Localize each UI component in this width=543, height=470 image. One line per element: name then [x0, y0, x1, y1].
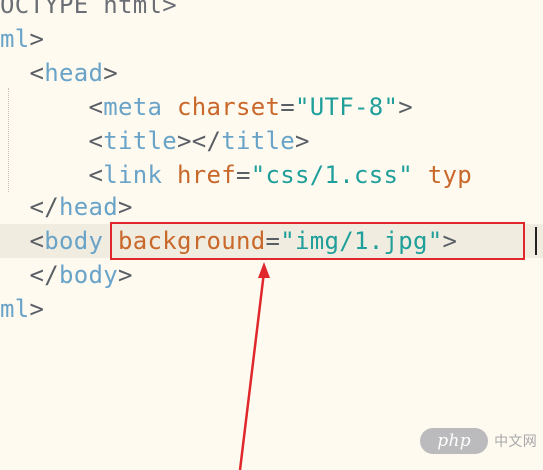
code-editor[interactable]: OCTYPE html> ml> <head> <meta charset="U…	[0, 0, 543, 470]
code-token: <	[0, 59, 45, 87]
code-token: >	[118, 193, 133, 221]
code-line-3[interactable]: <head>	[0, 56, 118, 90]
code-token: >	[29, 25, 45, 53]
code-line-6[interactable]: <link href="css/1.css" typ	[0, 158, 472, 192]
code-token: =	[280, 93, 295, 121]
text-cursor	[535, 227, 537, 255]
code-line-5[interactable]: <title></title>	[0, 124, 310, 158]
code-token: head	[44, 59, 104, 87]
arrow-head	[258, 262, 270, 278]
code-line-2[interactable]: ml>	[0, 22, 44, 56]
code-token: <	[0, 127, 104, 155]
code-line-9[interactable]: </body>	[0, 258, 133, 292]
code-token: <	[0, 93, 104, 121]
code-token: body	[44, 227, 118, 255]
code-token: ml	[0, 295, 30, 323]
site-watermark: php 中文网	[420, 428, 537, 454]
code-token: "UTF-8"	[295, 93, 399, 121]
annotation-highlight-box	[110, 222, 525, 260]
code-token: link	[103, 161, 177, 189]
code-token: >	[29, 295, 45, 323]
arrow-shaft	[238, 271, 266, 470]
code-token: title	[103, 127, 177, 155]
code-token: ></	[177, 127, 222, 155]
code-line-1[interactable]: OCTYPE html>	[0, 0, 177, 22]
code-token: <	[0, 227, 45, 255]
code-token: ml	[0, 25, 30, 53]
code-token: meta	[103, 93, 177, 121]
code-line-4[interactable]: <meta charset="UTF-8">	[0, 90, 413, 124]
php-logo-text: php	[437, 431, 471, 451]
code-token: typ	[427, 161, 472, 189]
code-token: =	[236, 161, 251, 189]
code-token: body	[59, 261, 118, 289]
code-token: OCTYPE html>	[0, 0, 177, 19]
code-token: >	[103, 59, 118, 87]
code-line-7[interactable]: </head>	[0, 190, 133, 224]
code-token: <	[0, 161, 104, 189]
code-token: head	[59, 193, 118, 221]
watermark-label: 中文网	[494, 434, 537, 450]
php-logo: php	[420, 428, 489, 454]
code-token: >	[295, 127, 310, 155]
code-token: >	[398, 93, 413, 121]
code-token: </	[0, 193, 59, 221]
code-line-10[interactable]: ml>	[0, 292, 44, 326]
code-token: href	[177, 161, 236, 189]
code-token: </	[0, 261, 59, 289]
code-token: "css/1.css"	[250, 161, 413, 189]
code-token: charset	[177, 93, 281, 121]
code-token: title	[221, 127, 295, 155]
code-token: >	[118, 261, 133, 289]
